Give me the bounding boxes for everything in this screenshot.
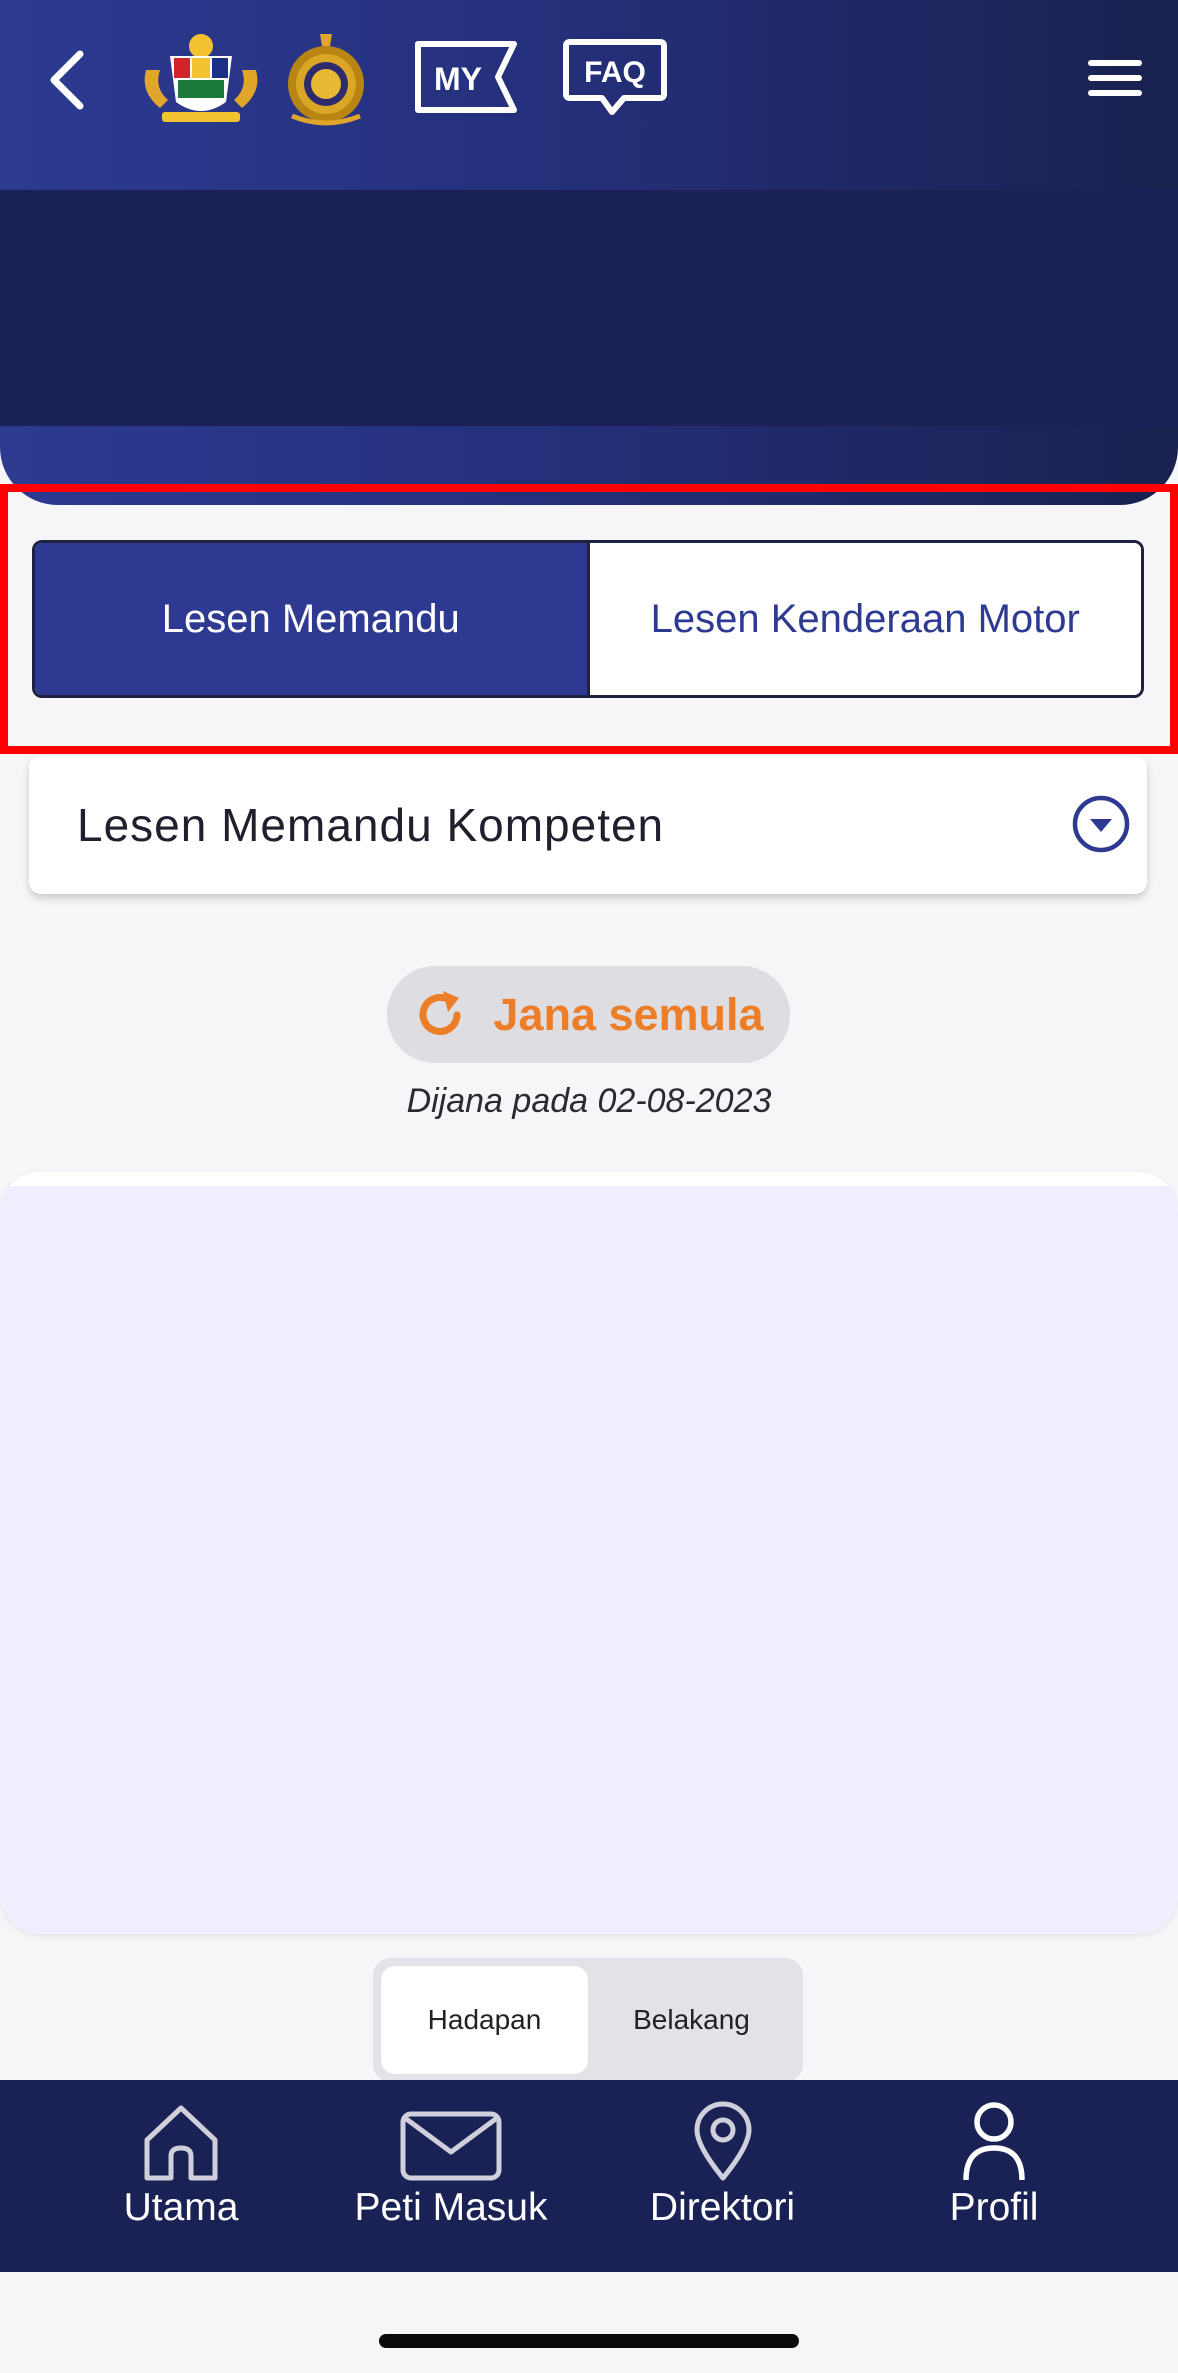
generated-date-text: Dijana pada 02-08-2023 — [406, 1082, 772, 1120]
faq-bubble-icon[interactable]: FAQ — [562, 38, 668, 118]
regenerate-label: Jana semula — [493, 988, 764, 1040]
mail-icon — [400, 2111, 502, 2181]
license-select-value: Lesen Memandu Kompeten — [77, 799, 665, 851]
nav-item-utama[interactable]: Utama — [100, 2100, 262, 2260]
nav-label-profil: Profil — [949, 2186, 1039, 2229]
app-header: MY FAQ — [0, 0, 1178, 505]
card-side-toggle: Hadapan Belakang — [373, 1958, 803, 2082]
my-badge-icon[interactable]: MY — [414, 40, 518, 114]
bottom-nav: Utama Peti Masuk Direktori Profil — [0, 2080, 1178, 2272]
hamburger-menu-icon[interactable] — [1084, 54, 1146, 102]
faq-badge-text: FAQ — [584, 56, 646, 89]
home-icon — [144, 2105, 218, 2181]
malaysia-crest-logo — [140, 30, 262, 128]
tab-lesen-memandu[interactable]: Lesen Memandu — [35, 543, 587, 695]
refresh-icon — [419, 990, 461, 1035]
chevron-down-circle-icon[interactable] — [1071, 794, 1131, 854]
my-badge-text: MY — [434, 61, 482, 97]
home-indicator[interactable] — [379, 2334, 799, 2348]
tab-lesen-kenderaan-motor[interactable]: Lesen Kenderaan Motor — [586, 543, 1141, 695]
nav-item-profil[interactable]: Profil — [920, 2100, 1068, 2260]
back-arrow-icon[interactable] — [36, 40, 96, 120]
user-icon — [963, 2102, 1025, 2181]
license-card-image-area — [0, 1186, 1178, 1934]
nav-label-peti-masuk: Peti Masuk — [354, 2186, 548, 2229]
license-select-dropdown[interactable]: Lesen Memandu Kompeten — [29, 756, 1147, 894]
nav-item-peti-masuk[interactable]: Peti Masuk — [340, 2100, 562, 2260]
nav-label-direktori: Direktori — [649, 2186, 796, 2229]
nav-label-utama: Utama — [123, 2186, 239, 2229]
side-back-button[interactable]: Belakang — [588, 1966, 795, 2074]
license-type-tabs: Lesen Memandu Lesen Kenderaan Motor — [32, 540, 1144, 698]
location-pin-icon — [694, 2101, 751, 2181]
side-front-button[interactable]: Hadapan — [381, 1966, 588, 2074]
header-banner — [0, 190, 1178, 426]
license-card — [0, 1172, 1178, 1934]
jpj-logo — [280, 32, 372, 128]
nav-item-direktori[interactable]: Direktori — [630, 2100, 815, 2260]
regenerate-button[interactable]: Jana semula — [387, 966, 790, 1063]
